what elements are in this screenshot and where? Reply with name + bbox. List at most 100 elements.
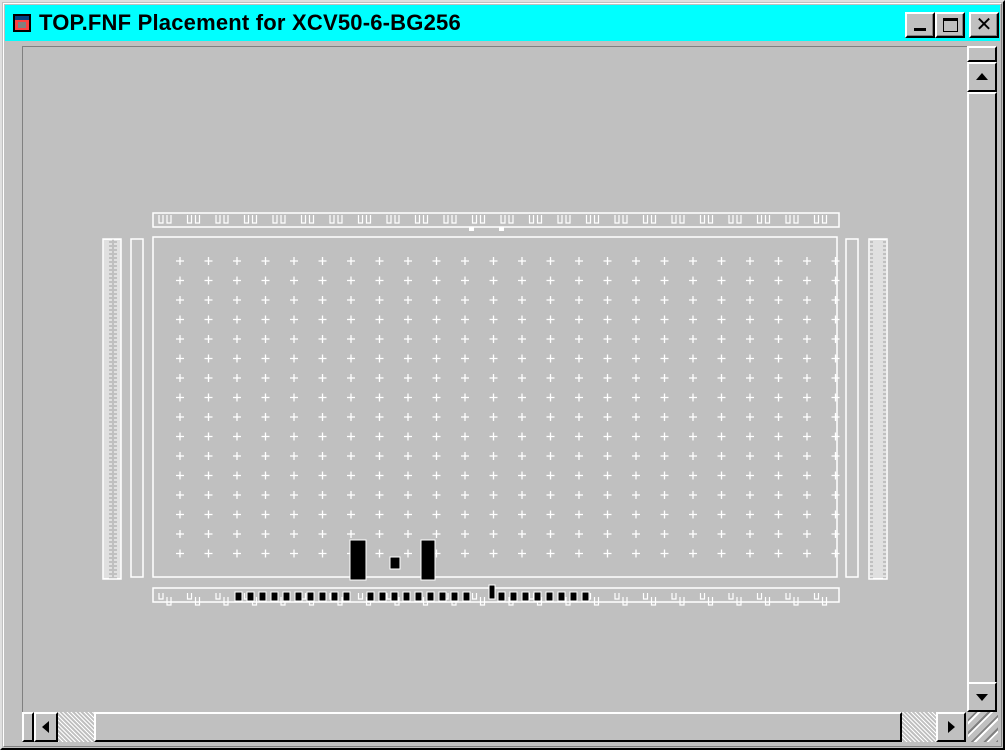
clb-site-marker xyxy=(489,530,498,538)
clb-site-marker xyxy=(176,315,184,324)
scroll-left-edge[interactable] xyxy=(22,712,34,742)
clb-site-marker xyxy=(717,296,726,304)
clb-site-marker xyxy=(546,296,555,304)
clb-site-marker xyxy=(546,452,555,460)
clb-site-marker xyxy=(774,393,783,402)
clb-site-marker xyxy=(404,530,412,538)
clb-site-marker xyxy=(261,413,270,421)
clb-site-marker xyxy=(831,374,840,382)
clb-site-marker xyxy=(432,296,441,304)
clb-site-marker xyxy=(746,257,754,265)
clb-site-marker xyxy=(746,393,754,402)
clb-site-marker xyxy=(632,315,640,324)
bottom-iob-pad xyxy=(642,593,657,606)
top-iob-pad xyxy=(357,215,372,224)
clb-site-marker xyxy=(204,491,213,499)
clb-site-marker xyxy=(603,491,612,499)
clb-site-marker xyxy=(717,432,726,441)
clb-site-marker xyxy=(461,452,469,460)
clb-site-marker xyxy=(176,354,184,363)
scroll-right-button[interactable] xyxy=(936,712,966,742)
clb-site-marker xyxy=(375,471,384,480)
clb-site-marker xyxy=(233,510,241,519)
top-iob-pad xyxy=(272,215,286,224)
clb-site-marker xyxy=(603,530,612,538)
clb-site-marker xyxy=(717,354,726,363)
top-iob-pad xyxy=(813,215,828,224)
clb-site-marker xyxy=(347,471,355,480)
clb-site-marker xyxy=(233,413,241,421)
clb-site-marker xyxy=(546,374,555,382)
clb-site-marker xyxy=(546,335,555,343)
clb-site-marker xyxy=(660,257,669,265)
clb-site-marker xyxy=(689,491,697,499)
bottom-iob-pad xyxy=(671,593,685,606)
clb-site-marker xyxy=(518,393,526,402)
clb-site-marker xyxy=(803,549,811,558)
clb-site-marker xyxy=(518,471,526,480)
vertical-scroll-thumb[interactable] xyxy=(967,92,997,688)
clb-site-marker xyxy=(746,471,754,480)
clb-site-marker xyxy=(717,471,726,480)
clb-site-marker xyxy=(261,510,270,519)
clb-site-marker xyxy=(404,393,412,402)
fpga-placement-app-icon[interactable] xyxy=(13,14,31,32)
clb-site-marker xyxy=(546,257,555,265)
clb-site-marker xyxy=(603,335,612,343)
clb-site-marker xyxy=(347,315,355,324)
clb-site-marker xyxy=(404,432,412,441)
clb-site-marker xyxy=(318,354,327,363)
clb-site-marker xyxy=(375,432,384,441)
horizontal-scrollbar[interactable] xyxy=(22,712,966,742)
clb-site-marker xyxy=(290,257,298,265)
clb-site-marker xyxy=(318,432,327,441)
size-grip-icon[interactable] xyxy=(968,712,998,742)
clb-site-marker xyxy=(432,276,441,285)
fpga-floorplan[interactable] xyxy=(23,47,967,713)
minimize-button[interactable] xyxy=(905,12,935,38)
clb-site-marker xyxy=(318,393,327,402)
clb-site-marker xyxy=(290,393,298,402)
clb-site-marker xyxy=(660,549,669,558)
title-bar[interactable]: TOP.FNF Placement for XCV50-6-BG256 ✕ xyxy=(5,5,1000,41)
clb-site-marker xyxy=(689,549,697,558)
placement-canvas-area[interactable] xyxy=(22,46,967,713)
scroll-left-button[interactable] xyxy=(34,712,58,742)
top-iob-pad xyxy=(557,215,571,224)
used-iob-pad xyxy=(545,591,554,602)
clb-site-marker xyxy=(717,510,726,519)
used-iob-pad xyxy=(378,591,387,602)
scroll-down-button[interactable] xyxy=(967,682,997,712)
clb-site-marker xyxy=(831,510,840,519)
clb-site-marker xyxy=(204,296,213,304)
vertical-scrollbar[interactable] xyxy=(967,46,997,712)
clb-site-marker xyxy=(290,510,298,519)
clb-site-marker xyxy=(632,296,640,304)
clb-site-marker xyxy=(233,549,241,558)
clb-site-marker xyxy=(575,510,583,519)
clb-site-marker xyxy=(461,315,469,324)
clb-site-marker xyxy=(831,257,840,265)
scroll-track-right[interactable] xyxy=(902,712,936,742)
clb-site-marker xyxy=(546,315,555,324)
maximize-button[interactable] xyxy=(935,12,965,38)
clb-site-marker xyxy=(204,452,213,460)
scroll-track-left[interactable] xyxy=(58,712,94,742)
clb-site-marker xyxy=(290,315,298,324)
clb-site-marker xyxy=(575,296,583,304)
bottom-iob-pad xyxy=(158,593,172,606)
clb-site-marker xyxy=(803,276,811,285)
clb-site-marker xyxy=(176,296,184,304)
clb-site-marker xyxy=(404,491,412,499)
used-iob-pad xyxy=(569,591,578,602)
clb-site-marker xyxy=(603,549,612,558)
horizontal-scroll-thumb[interactable] xyxy=(94,712,902,742)
scroll-up-button[interactable] xyxy=(967,62,997,92)
close-button[interactable]: ✕ xyxy=(969,12,999,38)
clb-site-marker xyxy=(575,335,583,343)
top-iob-pad xyxy=(215,215,229,224)
clb-site-marker xyxy=(632,549,640,558)
clb-site-marker xyxy=(461,471,469,480)
clb-site-marker xyxy=(233,452,241,460)
clb-site-marker xyxy=(290,549,298,558)
